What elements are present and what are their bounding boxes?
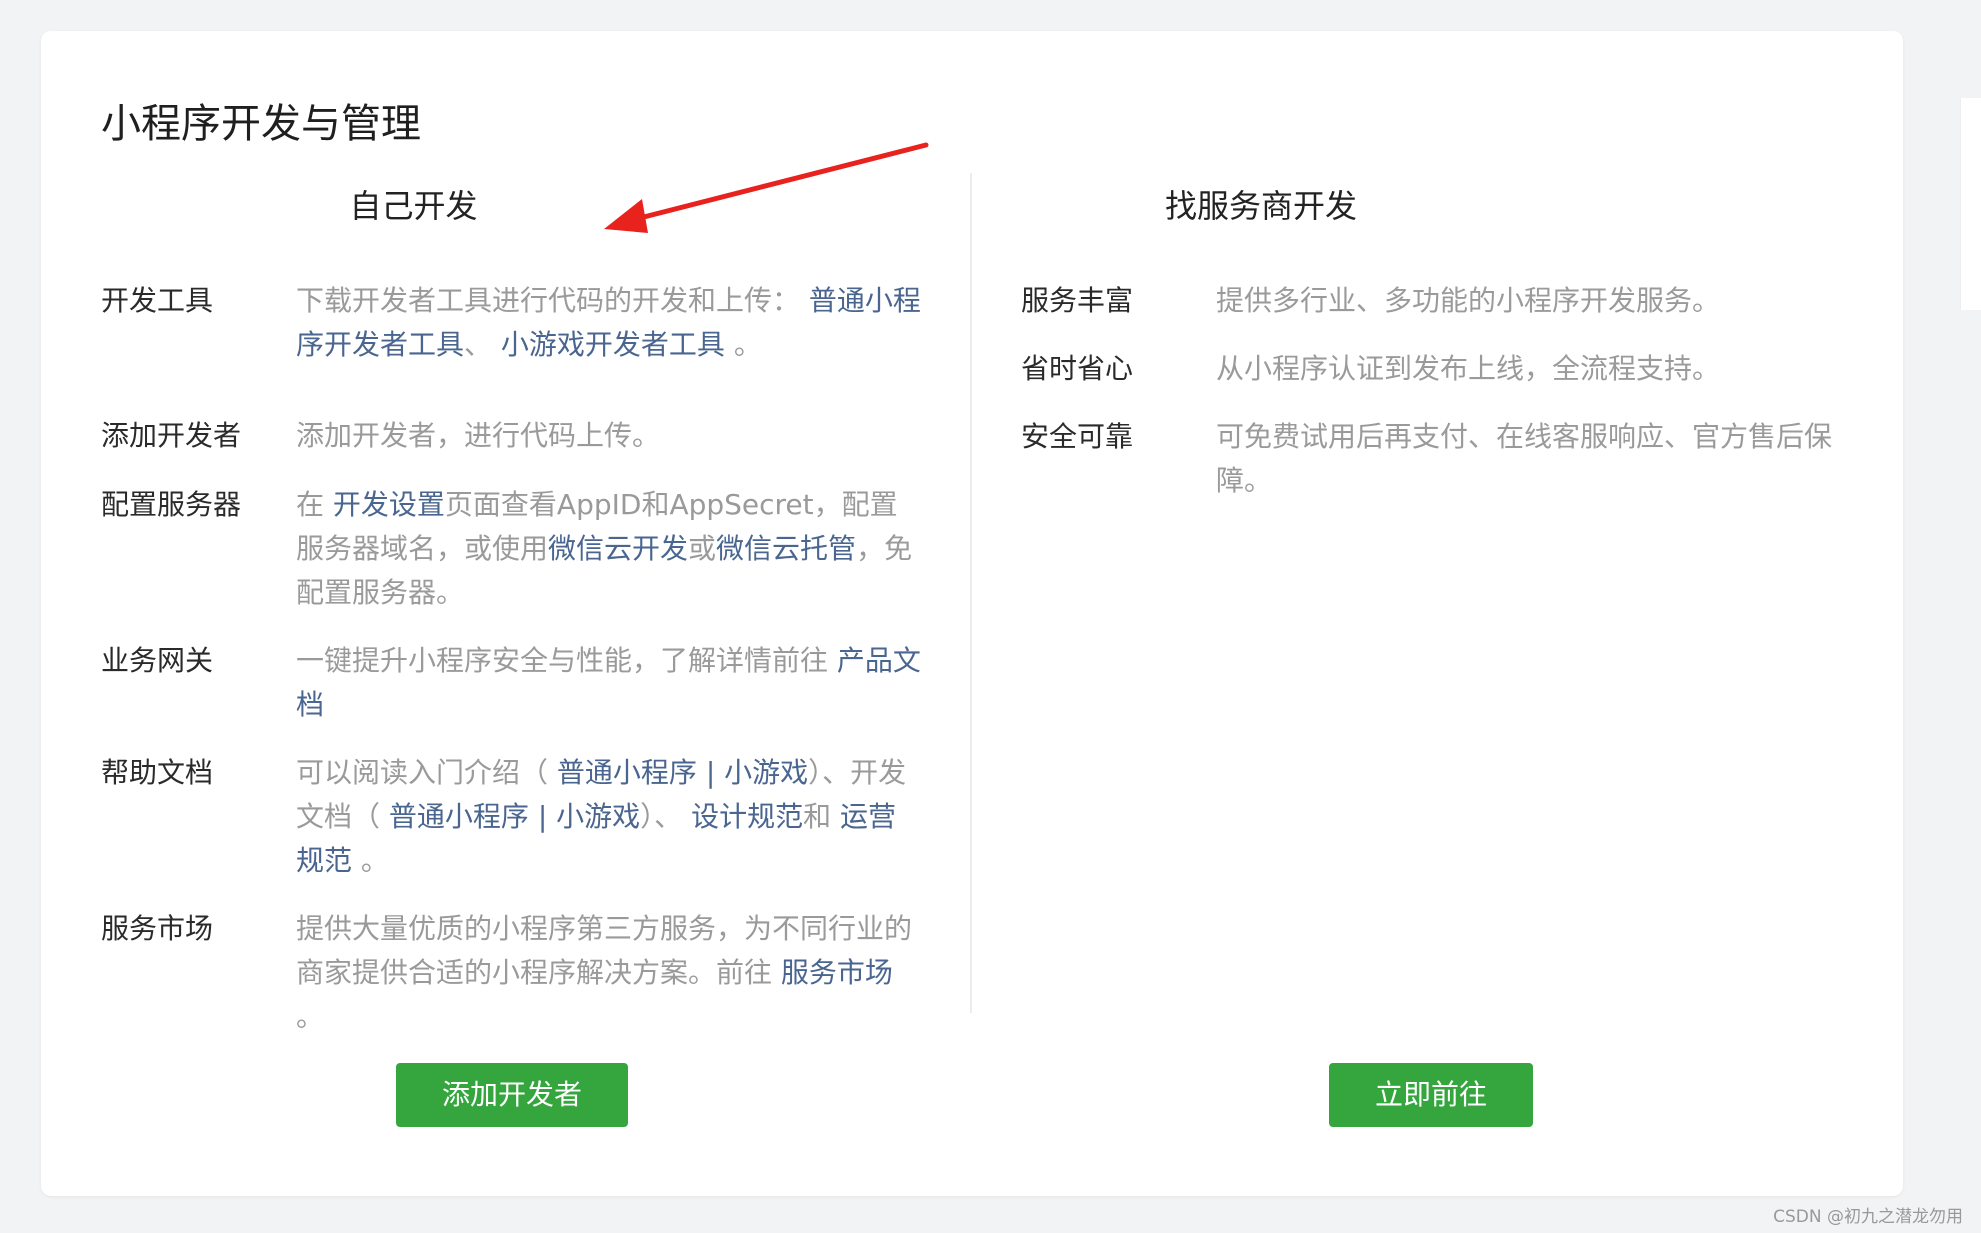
doc-link[interactable]: 微信云托管 <box>716 532 856 565</box>
desc-text: 或 <box>688 532 717 565</box>
desc-text: 在 <box>296 488 333 521</box>
doc-link[interactable]: 设计规范 <box>691 800 803 833</box>
list-item: 省时省心 从小程序认证到发布上线，全流程支持。 <box>1021 347 1841 391</box>
doc-link[interactable]: 普通小程序 <box>557 756 697 789</box>
page-title: 小程序开发与管理 <box>101 101 421 147</box>
row-label: 省时省心 <box>1021 352 1134 385</box>
side-panel-edge <box>1960 98 1981 310</box>
provider-dev-title: 找服务商开发 <box>1164 187 1357 225</box>
doc-link[interactable]: 微信云开发 <box>548 532 688 565</box>
desc-text: 下载开发者工具进行代码的开发和上传： <box>296 284 809 317</box>
desc-text: 可免费试用后再支付、在线客服响应、官方售后保障。 <box>1216 420 1833 497</box>
list-item: 添加开发者 添加开发者，进行代码上传。 <box>101 414 921 458</box>
doc-link[interactable]: 服务市场 <box>781 956 893 989</box>
row-label: 服务市场 <box>101 912 214 945</box>
list-item: 开发工具 下载开发者工具进行代码的开发和上传： 普通小程序开发者工具、 小游戏开… <box>101 279 921 367</box>
row-label: 业务网关 <box>101 644 214 677</box>
row-desc: 一键提升小程序安全与性能，了解详情前往 产品文档 <box>296 639 921 727</box>
desc-text: 。 <box>296 1000 325 1033</box>
list-item: 业务网关 一键提升小程序安全与性能，了解详情前往 产品文档 <box>101 639 921 727</box>
doc-link[interactable]: 小游戏开发者工具 <box>501 328 725 361</box>
add-developer-button[interactable]: 添加开发者 <box>396 1063 628 1127</box>
desc-text: 添加开发者，进行代码上传。 <box>296 419 661 452</box>
desc-text: 和 <box>803 800 840 833</box>
desc-text: 。 <box>724 328 762 361</box>
row-desc: 可以阅读入门介绍（ 普通小程序 | 小游戏）、开发文档（ 普通小程序 | 小游戏… <box>296 751 921 883</box>
doc-link[interactable]: 开发设置 <box>333 488 445 521</box>
row-label: 添加开发者 <box>101 419 242 452</box>
list-item: 帮助文档 可以阅读入门介绍（ 普通小程序 | 小游戏）、开发文档（ 普通小程序 … <box>101 751 921 883</box>
row-desc: 添加开发者，进行代码上传。 <box>296 414 921 458</box>
doc-link[interactable]: | <box>529 800 556 833</box>
desc-text: 。 <box>352 844 389 877</box>
desc-text: 从小程序认证到发布上线，全流程支持。 <box>1216 352 1721 385</box>
desc-text: 可以阅读入门介绍（ <box>296 756 557 789</box>
watermark: CSDN @初九之潜龙勿用 <box>1773 1207 1963 1227</box>
list-item: 服务丰富 提供多行业、多功能的小程序开发服务。 <box>1021 279 1841 323</box>
go-now-button[interactable]: 立即前往 <box>1329 1063 1533 1127</box>
self-dev-title: 自己开发 <box>349 187 478 225</box>
row-desc: 提供大量优质的小程序第三方服务，为不同行业的商家提供合适的小程序解决方案。前往 … <box>296 907 921 1039</box>
doc-link[interactable]: | <box>697 756 724 789</box>
list-item: 服务市场 提供大量优质的小程序第三方服务，为不同行业的商家提供合适的小程序解决方… <box>101 907 921 1039</box>
row-desc: 提供多行业、多功能的小程序开发服务。 <box>1216 279 1841 323</box>
desc-text: 提供多行业、多功能的小程序开发服务。 <box>1216 284 1721 317</box>
column-divider <box>970 173 972 1013</box>
list-item: 安全可靠 可免费试用后再支付、在线客服响应、官方售后保障。 <box>1021 415 1841 503</box>
row-desc: 可免费试用后再支付、在线客服响应、官方售后保障。 <box>1216 415 1841 503</box>
doc-link[interactable]: 小游戏 <box>724 756 808 789</box>
row-desc: 从小程序认证到发布上线，全流程支持。 <box>1216 347 1841 391</box>
row-label: 开发工具 <box>101 284 214 317</box>
row-label: 配置服务器 <box>101 488 242 521</box>
desc-text: 一键提升小程序安全与性能，了解详情前往 <box>296 644 837 677</box>
desc-text: 、 <box>464 328 501 361</box>
list-item: 配置服务器 在 开发设置页面查看AppID和AppSecret，配置服务器域名，… <box>101 483 921 615</box>
row-label: 帮助文档 <box>101 756 214 789</box>
doc-link[interactable]: 普通小程序 <box>389 800 529 833</box>
row-desc: 在 开发设置页面查看AppID和AppSecret，配置服务器域名，或使用微信云… <box>296 483 921 615</box>
desc-text: ）、 <box>640 800 692 833</box>
main-card: 小程序开发与管理 自己开发 开发工具 下载开发者工具进行代码的开发和上传： 普通… <box>41 31 1903 1196</box>
row-label: 安全可靠 <box>1021 420 1134 453</box>
row-label: 服务丰富 <box>1021 284 1134 317</box>
doc-link[interactable]: 小游戏 <box>556 800 640 833</box>
row-desc: 下载开发者工具进行代码的开发和上传： 普通小程序开发者工具、 小游戏开发者工具 … <box>296 279 921 367</box>
